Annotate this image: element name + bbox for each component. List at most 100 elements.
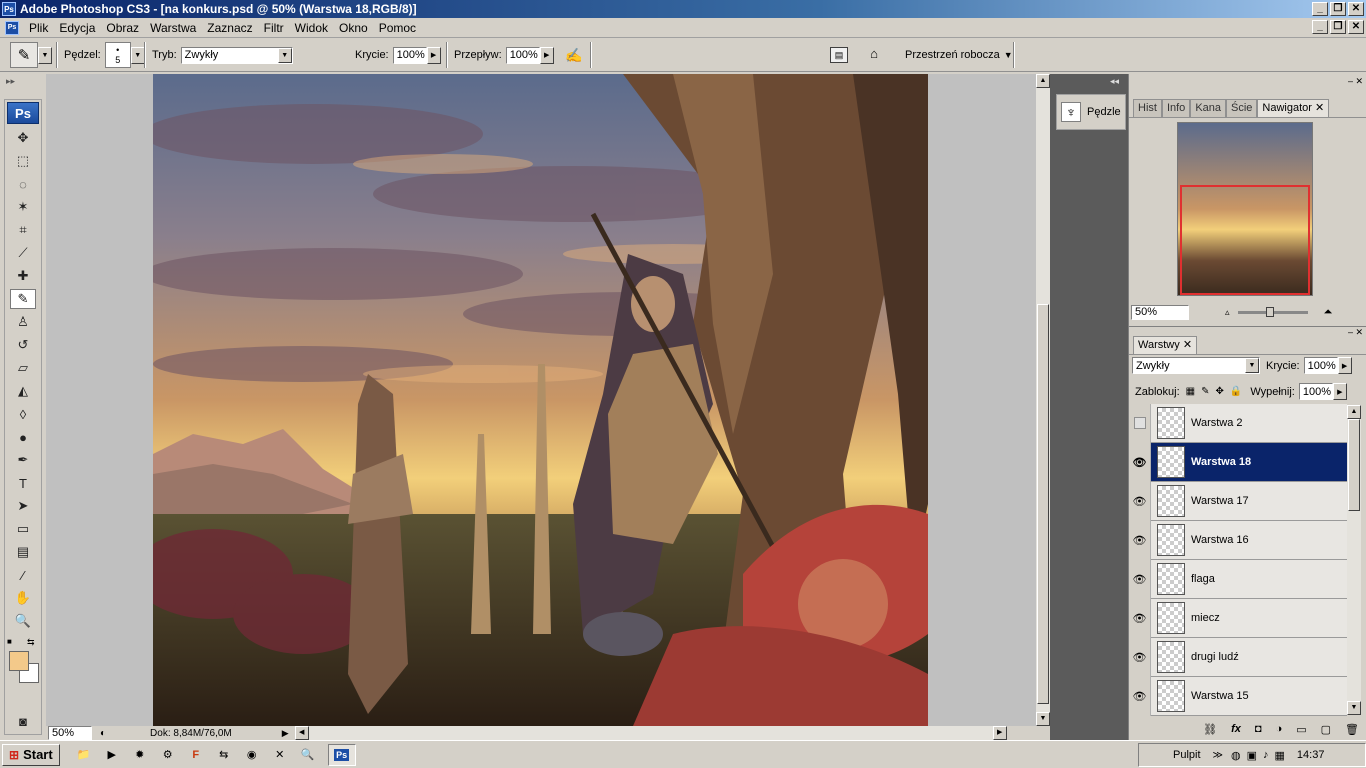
move-tool-icon[interactable]: ✥ [10,128,36,148]
tab-channels[interactable]: Kana [1190,99,1227,117]
close-panel-icon[interactable]: ✕ [1355,76,1363,87]
layer-row[interactable]: 👁 Warstwa 18 [1129,442,1347,482]
scroll-right-icon[interactable]: ▶ [992,726,1007,740]
zoom-out-icon[interactable]: ▵ [1225,307,1230,318]
layers-scroll-up-icon[interactable]: ▲ [1347,405,1361,419]
scroll-up-icon[interactable]: ▲ [1036,74,1050,88]
layer-row[interactable]: 👁 flaga [1129,559,1347,599]
new-group-icon[interactable]: ▭ [1296,723,1306,736]
shape-tool-icon[interactable]: ▭ [10,519,36,539]
search-quicklaunch-icon[interactable]: 🔍 [298,746,318,764]
zoom-in-icon[interactable]: ⏶ [1324,306,1333,319]
tray-expand-icon[interactable]: ≫ [1213,750,1223,761]
palette-well-icon[interactable]: ▤ [830,47,848,63]
tab-info[interactable]: Info [1161,99,1191,117]
blur-tool-icon[interactable]: ◊ [10,404,36,424]
doc-restore-button[interactable]: ❐ [1330,20,1346,34]
visibility-eye-icon[interactable]: 👁 [1129,598,1151,638]
clone-stamp-icon[interactable]: ♙ [10,312,36,332]
layer-row[interactable]: 👁 Warstwa 15 [1129,676,1347,716]
minimize-button[interactable]: _ [1312,2,1328,16]
blend-mode-select[interactable]: Zwykły ▼ [1132,357,1260,374]
collapse-dock-icon[interactable]: ◂◂ [1110,76,1119,87]
fill-input[interactable]: 100% [1298,383,1333,400]
layer-row[interactable]: 👁 Warstwa 17 [1129,481,1347,521]
zoom-field[interactable]: 50% [48,726,92,740]
scroll-left-icon[interactable]: ◀ [294,726,309,740]
opacity-input[interactable]: 100% [392,46,427,64]
menu-edit[interactable]: Edycja [55,21,102,35]
visibility-eye-icon[interactable]: 👁 [1129,676,1151,716]
tool-preset-dropdown[interactable]: ▼ [38,46,52,64]
zoom-tool-icon[interactable]: 🔍 [10,611,36,631]
zoom-slider-thumb[interactable] [1265,306,1274,317]
quick-mask-icon[interactable]: ◙ [10,711,36,731]
layer-style-icon[interactable]: fx [1231,723,1241,735]
eraser-tool-icon[interactable]: ▱ [10,358,36,378]
menu-filter[interactable]: Filtr [260,21,291,35]
scroll-thumb[interactable] [1037,304,1049,704]
layer-mask-icon[interactable]: ◘ [1255,723,1262,735]
start-button[interactable]: ⊞ Start [2,743,60,766]
minimize-panel-icon[interactable]: – [1348,76,1353,86]
layers-scroll-thumb[interactable] [1348,419,1360,511]
devices-tray-icon[interactable]: ▦ [1275,749,1285,762]
fill-slider-button[interactable]: ▶ [1332,383,1347,400]
link-layers-icon[interactable]: ⛓ [1203,723,1217,736]
opacity-slider-button[interactable]: ▶ [426,46,441,64]
visibility-eye-icon[interactable] [1129,404,1151,443]
layer-row[interactable]: Warstwa 2 [1129,404,1347,443]
settings-quicklaunch-icon[interactable]: ⚙ [158,746,178,764]
tab-navigator[interactable]: Nawigator ✕ [1257,99,1330,117]
mode-select[interactable]: Zwykły ▼ [180,46,293,64]
flow-slider-button[interactable]: ▶ [539,46,554,64]
lock-position-icon[interactable]: ✥ [1215,386,1223,397]
scroll-down-icon[interactable]: ▼ [1036,712,1050,726]
swap-colors-icon[interactable]: ⇆ [27,637,35,648]
hand-tool-icon[interactable]: ✋ [10,588,36,608]
horizontal-scrollbar[interactable]: ◀ ▶ [294,726,1007,740]
zoom-slider[interactable] [1237,306,1308,317]
navigator-zoom-field[interactable]: 50% [1131,304,1189,320]
layer-row[interactable]: 👁 drugi ludź [1129,637,1347,677]
menu-file[interactable]: Plik [25,21,55,35]
firefox-quicklaunch-icon[interactable]: ◉ [242,746,262,764]
doc-close-button[interactable]: ✕ [1348,20,1364,34]
visibility-eye-icon[interactable]: 👁 [1129,481,1151,521]
desktop-toolbar[interactable]: Pulpit [1173,749,1201,761]
navigator-preview[interactable] [1177,122,1313,296]
f-quicklaunch-icon[interactable]: F [186,746,206,764]
visibility-eye-icon[interactable]: 👁 [1129,520,1151,560]
visibility-eye-icon[interactable]: 👁 [1129,637,1151,677]
marquee-tool-icon[interactable]: ⬚ [10,151,36,171]
layer-row[interactable]: 👁 miecz [1129,598,1347,638]
eyedropper-tool-icon[interactable]: ⟋ [10,243,36,263]
sync-quicklaunch-icon[interactable]: ⇆ [214,746,234,764]
volume-tray-icon[interactable]: ♪ [1263,749,1269,761]
bridge-icon[interactable]: ⌂ [862,46,886,64]
path-select-icon[interactable]: ➤ [10,496,36,516]
type-tool-icon[interactable]: T [10,473,36,493]
lock-transparency-icon[interactable]: ▦ [1186,386,1195,397]
tool-quicklaunch-icon[interactable]: ✕ [270,746,290,764]
restore-button[interactable]: ❐ [1330,2,1346,16]
flow-input[interactable]: 100% [505,46,540,64]
default-colors-icon[interactable]: ■ [7,637,12,646]
lasso-tool-icon[interactable]: ◌ [10,174,36,194]
menu-window[interactable]: Okno [335,21,375,35]
crop-tool-icon[interactable]: ⌗ [10,220,36,240]
tab-layers[interactable]: Warstwy ✕ [1133,336,1198,354]
close-tab-icon[interactable]: ✕ [1315,102,1324,114]
status-icon[interactable]: ◐ [100,728,106,739]
layer-row[interactable]: 👁 Warstwa 16 [1129,520,1347,560]
layers-scrollbar[interactable]: ▲ ▼ [1347,405,1361,715]
status-menu-arrow-icon[interactable]: ▶ [282,728,289,739]
layer-opacity-input[interactable]: 100% [1303,357,1338,374]
display-tray-icon[interactable]: ▣ [1247,749,1257,762]
magic-wand-icon[interactable]: ✶ [10,197,36,217]
paint-bucket-icon[interactable]: ◭ [10,381,36,401]
adjustment-layer-icon[interactable]: ◑ [1276,723,1283,735]
explorer-quicklaunch-icon[interactable]: 📁 [74,746,94,764]
app-quicklaunch-icon[interactable]: ✹ [130,746,150,764]
layers-scroll-down-icon[interactable]: ▼ [1347,701,1361,715]
